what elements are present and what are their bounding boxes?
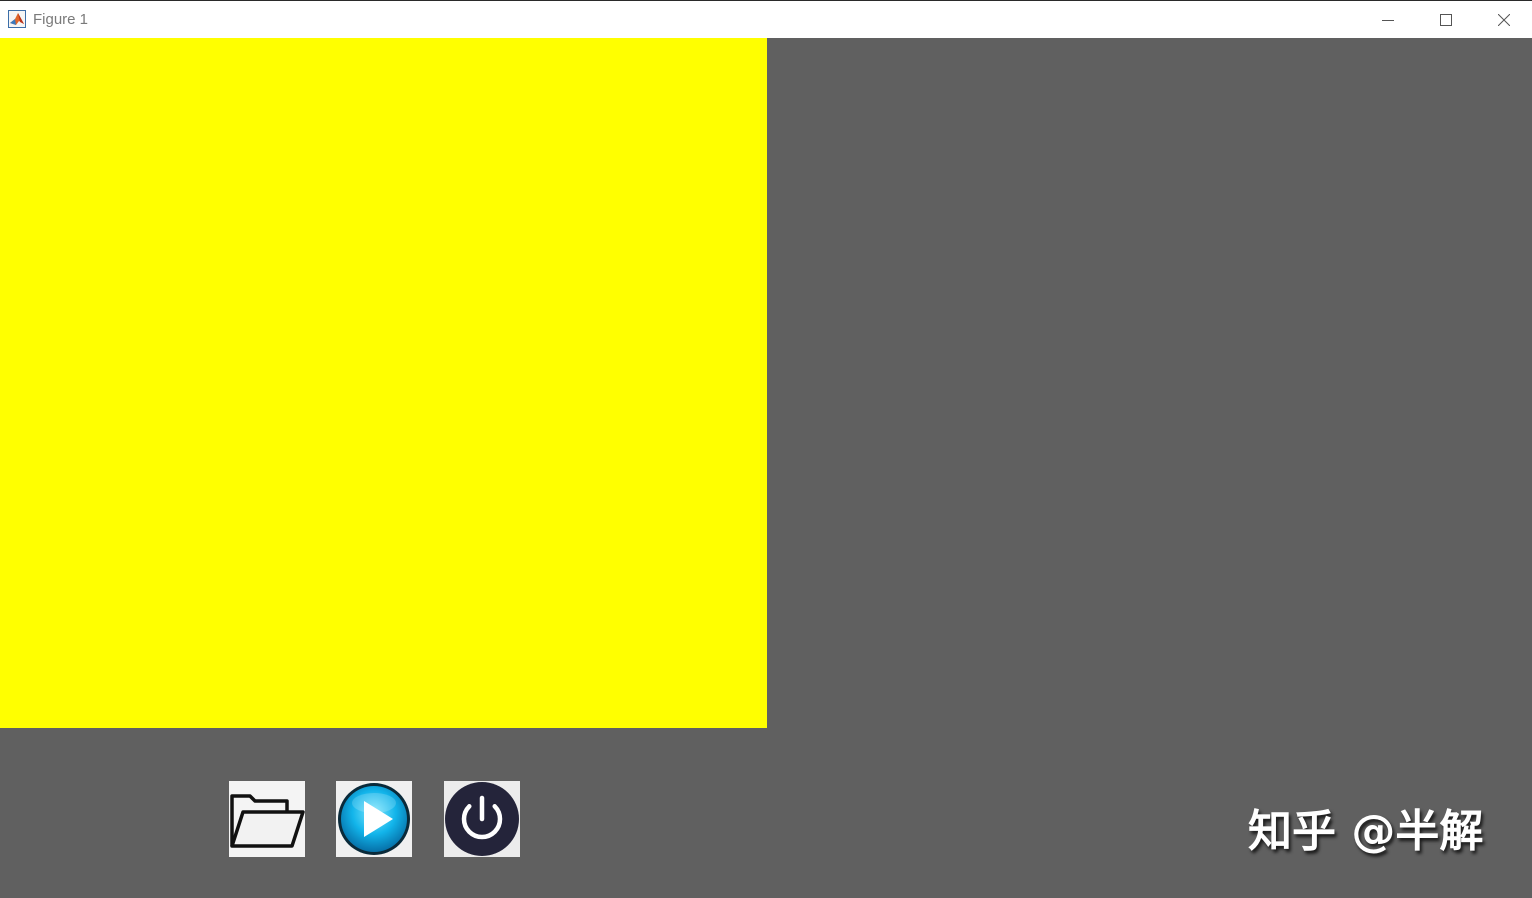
title-bar[interactable]: Figure 1	[0, 0, 1532, 38]
figure-window: Figure 1 知乎 @半解	[0, 0, 1532, 898]
close-icon	[1498, 13, 1510, 26]
maximize-button[interactable]	[1417, 1, 1475, 38]
maximize-icon	[1440, 13, 1452, 26]
open-folder-icon	[230, 794, 305, 848]
open-file-button[interactable]	[229, 781, 305, 857]
play-button[interactable]	[336, 781, 412, 857]
power-button[interactable]	[444, 781, 520, 857]
window-title: Figure 1	[33, 11, 89, 28]
minimize-button[interactable]	[1359, 1, 1417, 38]
close-button[interactable]	[1475, 1, 1532, 38]
matlab-logo-icon	[8, 10, 26, 28]
power-icon	[445, 782, 519, 856]
watermark-text: 知乎 @半解	[1248, 806, 1484, 857]
minimize-icon	[1382, 19, 1394, 21]
axes-display-area[interactable]	[0, 38, 767, 728]
play-icon	[338, 783, 410, 855]
